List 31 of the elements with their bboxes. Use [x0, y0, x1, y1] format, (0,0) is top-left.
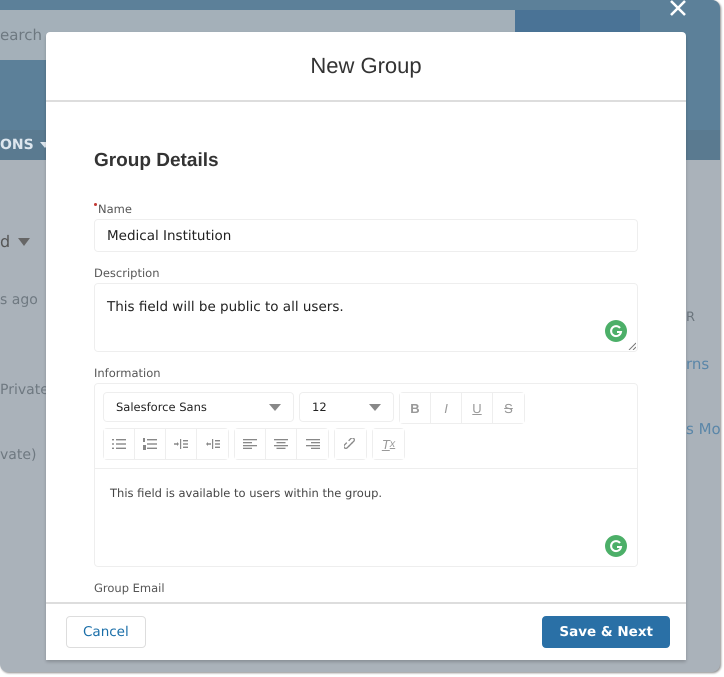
save-button[interactable]: Save & Next [542, 616, 670, 648]
input-field[interactable]: Medical Institution [94, 219, 638, 252]
align-left-icon[interactable] [235, 429, 266, 459]
bullet-list-icon[interactable] [104, 429, 135, 459]
caret-icon [18, 238, 30, 246]
background-text: d [0, 232, 10, 251]
background-text: R [686, 310, 696, 325]
size-dropdown[interactable]: 12 [299, 392, 394, 422]
grammar-icon[interactable] [605, 320, 627, 342]
close-icon[interactable] [670, 0, 686, 16]
grammar-icon[interactable] [605, 535, 627, 557]
link-icon[interactable] [335, 429, 366, 459]
text-area[interactable]: This field will be public to all users. [94, 283, 638, 352]
modal-title: New Group [310, 53, 422, 79]
format-button[interactable]: B [400, 393, 431, 423]
field-label: Description [94, 266, 160, 280]
background-text: s ago [0, 292, 38, 308]
section-title: Group Details [94, 150, 220, 172]
field-label: Information [94, 366, 161, 380]
background-text: s Mo [686, 420, 720, 438]
field-label: Name [98, 202, 132, 216]
background-text: rns [686, 355, 710, 373]
field-label: Group Email [94, 581, 165, 595]
background-text: vate) [0, 447, 36, 463]
required-icon [94, 203, 97, 206]
resize-handle-icon[interactable] [628, 342, 636, 350]
caret-icon [269, 404, 281, 410]
nav-label[interactable]: ONS [0, 137, 34, 153]
caret-icon [369, 404, 381, 410]
font-dropdown[interactable]: Salesforce Sans [103, 392, 294, 422]
cancel-button[interactable]: Cancel [66, 616, 146, 648]
